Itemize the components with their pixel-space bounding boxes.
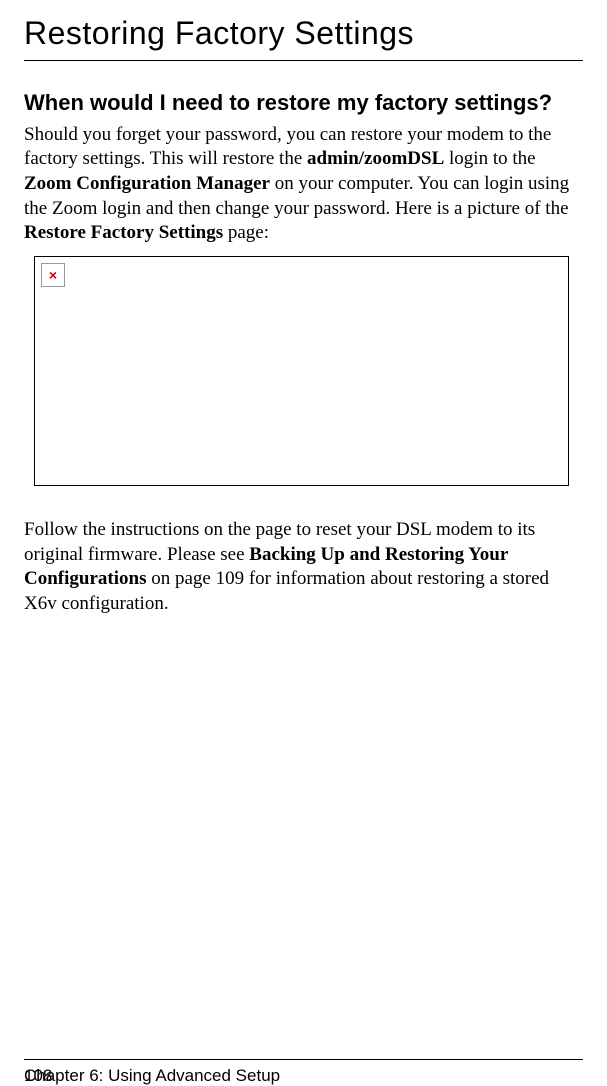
bold-text: Restore Factory Settings — [24, 222, 223, 243]
bold-text: Zoom Configuration Manager — [24, 173, 270, 194]
screenshot-placeholder: × — [34, 256, 569, 486]
page-footer: 108 Chapter 6: Using Advanced Setup — [24, 1059, 583, 1066]
paragraph-1: Should you forget your password, you can… — [24, 123, 583, 246]
text: page: — [223, 222, 269, 243]
broken-image-icon: × — [41, 263, 65, 287]
section-heading: When would I need to restore my factory … — [24, 89, 583, 117]
chapter-label: Chapter 6: Using Advanced Setup — [24, 1066, 280, 1086]
page-title: Restoring Factory Settings — [24, 15, 583, 61]
text: login to the — [444, 148, 535, 169]
paragraph-2: Follow the instructions on the page to r… — [24, 518, 583, 617]
bold-text: admin/zoomDSL — [307, 148, 444, 169]
